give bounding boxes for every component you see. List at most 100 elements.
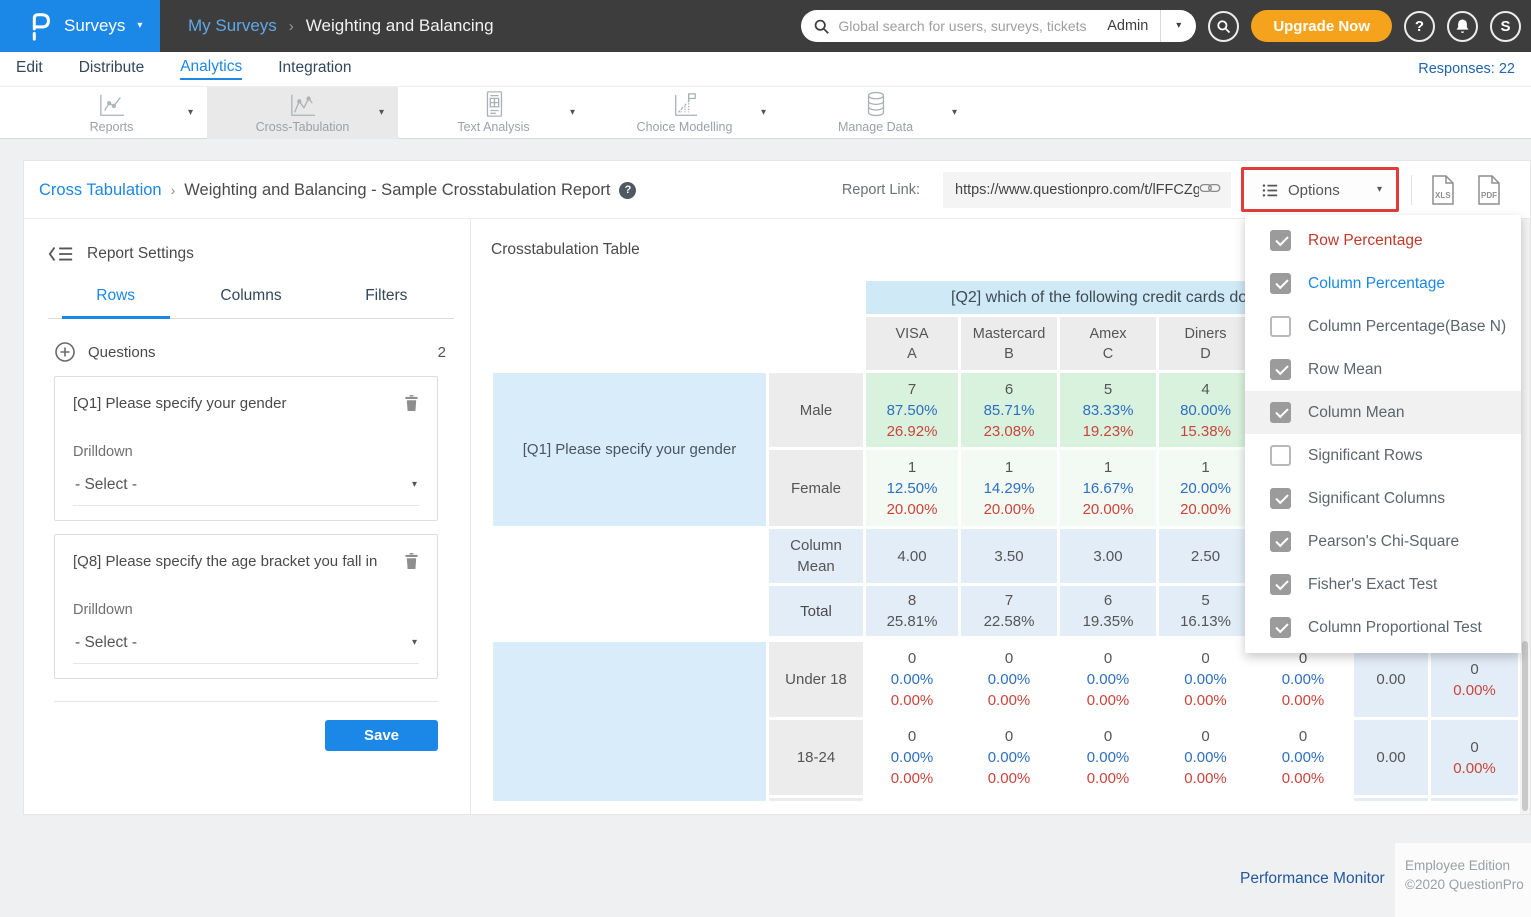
tab-columns[interactable]: Columns — [183, 287, 318, 318]
option-pearsons-chi-square[interactable]: Pearson's Chi-Square — [1245, 520, 1521, 563]
pdf-label: PDF — [1481, 191, 1497, 200]
xls-label: XLS — [1435, 191, 1451, 200]
option-column-percentage-base-n[interactable]: Column Percentage(Base N) — [1245, 305, 1521, 348]
crosstab-cell: 3.50 — [961, 529, 1057, 583]
tab-filters[interactable]: Filters — [319, 287, 454, 318]
cross-tabulation-breadcrumb-link[interactable]: Cross Tabulation — [39, 181, 162, 200]
chevron-down-icon[interactable] — [188, 108, 193, 118]
collapse-panel-icon[interactable] — [48, 245, 74, 263]
report-link-field[interactable]: https://www.questionpro.com/t/lFFCZg — [943, 172, 1231, 208]
analytics-toolbar: Reports Cross-Tabulation Text Analysis C… — [0, 87, 1531, 139]
option-column-proportional-test[interactable]: Column Proportional Test — [1245, 606, 1521, 649]
export-xls-button[interactable]: XLS — [1428, 174, 1458, 206]
questionpro-logo-icon — [26, 10, 52, 42]
options-label: Options — [1288, 182, 1340, 199]
tab-label: Text Analysis — [457, 120, 529, 134]
crosstab-cell: 619.35% — [1060, 586, 1156, 636]
notifications-button[interactable] — [1447, 11, 1478, 42]
option-column-percentage[interactable]: Column Percentage — [1245, 262, 1521, 305]
checkbox[interactable] — [1270, 402, 1291, 423]
option-significant-rows[interactable]: Significant Rows — [1245, 434, 1521, 477]
option-label: Column Mean — [1308, 404, 1405, 422]
checkbox[interactable] — [1270, 316, 1291, 337]
options-menu: Row Percentage Column Percentage Column … — [1245, 215, 1521, 653]
avatar[interactable]: S — [1490, 11, 1521, 42]
option-label: Significant Columns — [1308, 490, 1445, 508]
checkbox[interactable] — [1270, 488, 1291, 509]
tab-choice-modelling[interactable]: Choice Modelling — [589, 87, 780, 139]
crosstab-cell — [1431, 798, 1518, 801]
chevron-down-icon — [137, 21, 142, 31]
nav-item-edit[interactable]: Edit — [16, 59, 43, 79]
option-fishers-exact-test[interactable]: Fisher's Exact Test — [1245, 563, 1521, 606]
nav-item-distribute[interactable]: Distribute — [79, 59, 144, 79]
search-icon — [813, 18, 830, 35]
search-scope-dropdown[interactable] — [1160, 10, 1196, 42]
nav-item-integration[interactable]: Integration — [278, 59, 351, 79]
option-column-mean[interactable]: Column Mean — [1245, 391, 1521, 434]
delete-question-icon[interactable] — [404, 394, 419, 418]
upgrade-now-button[interactable]: Upgrade Now — [1251, 10, 1392, 42]
options-button[interactable]: Options — [1246, 172, 1396, 208]
save-button[interactable]: Save — [325, 720, 438, 751]
checkbox[interactable] — [1270, 359, 1291, 380]
drilldown-select[interactable]: - Select - — [73, 630, 419, 664]
search-input[interactable] — [838, 18, 1107, 34]
help-button[interactable] — [1404, 11, 1435, 42]
checkbox[interactable] — [1270, 273, 1291, 294]
crosstab-cell: 3.00 — [1060, 529, 1156, 583]
tab-rows[interactable]: Rows — [48, 287, 183, 318]
report-settings-panel: Report Settings Rows Columns Filters Que… — [24, 219, 471, 814]
nav-item-analytics[interactable]: Analytics — [180, 58, 242, 80]
vertical-scrollbar[interactable] — [1520, 219, 1530, 814]
question-card-q1: [Q1] Please specify your gender Drilldow… — [54, 376, 438, 521]
help-icon[interactable]: ? — [619, 182, 636, 199]
option-row-mean[interactable]: Row Mean — [1245, 348, 1521, 391]
crosstab-cell — [866, 798, 958, 801]
checkbox[interactable] — [1270, 531, 1291, 552]
checkbox[interactable] — [1270, 230, 1291, 251]
settings-tabs: Rows Columns Filters — [48, 287, 454, 319]
option-label: Column Proportional Test — [1308, 619, 1482, 637]
report-title: Weighting and Balancing - Sample Crossta… — [184, 181, 610, 200]
chevron-down-icon[interactable] — [952, 108, 957, 118]
crosstab-cell: 4.00 — [866, 529, 958, 583]
add-question-icon[interactable] — [54, 341, 76, 363]
tab-reports[interactable]: Reports — [16, 87, 207, 139]
tab-manage-data[interactable]: Manage Data — [780, 87, 971, 139]
breadcrumb-my-surveys[interactable]: My Surveys — [188, 16, 277, 36]
performance-monitor-link[interactable]: Performance Monitor — [1240, 870, 1385, 888]
crosstab-cell: 825.81% — [866, 586, 958, 636]
edition-label: Employee Edition — [1405, 856, 1531, 875]
brand-block[interactable]: Surveys — [0, 0, 160, 52]
edition-info: Employee Edition ©2020 QuestionPro — [1395, 843, 1531, 917]
option-label: Pearson's Chi-Square — [1308, 533, 1459, 551]
checkbox[interactable] — [1270, 617, 1291, 638]
tab-text-analysis[interactable]: Text Analysis — [398, 87, 589, 139]
option-significant-columns[interactable]: Significant Columns — [1245, 477, 1521, 520]
product-switcher-label: Surveys — [64, 16, 125, 36]
scrollbar-thumb[interactable] — [1522, 641, 1528, 811]
chevron-down-icon — [412, 480, 417, 490]
breadcrumb-separator: › — [289, 18, 294, 35]
tab-cross-tabulation[interactable]: Cross-Tabulation — [207, 87, 398, 139]
crosstab-cell: 112.50%20.00% — [866, 450, 958, 526]
checkbox[interactable] — [1270, 445, 1291, 466]
option-row-percentage[interactable]: Row Percentage — [1245, 219, 1521, 262]
tab-label: Choice Modelling — [637, 120, 733, 134]
drilldown-select[interactable]: - Select - — [73, 472, 419, 506]
chevron-down-icon[interactable] — [570, 108, 575, 118]
delete-question-icon[interactable] — [404, 552, 419, 576]
crosstab-cell: 685.71%23.08% — [961, 373, 1057, 447]
document-grid-icon — [481, 92, 507, 118]
checkbox[interactable] — [1270, 574, 1291, 595]
chevron-down-icon[interactable] — [761, 108, 766, 118]
search-scope-label: Admin — [1107, 18, 1160, 34]
crosstab-cell: 120.00%20.00% — [1159, 450, 1252, 526]
search-submit-button[interactable] — [1208, 11, 1239, 42]
chevron-down-icon[interactable] — [379, 108, 384, 118]
export-pdf-button[interactable]: PDF — [1474, 174, 1504, 206]
column-header-visa: VISAA — [866, 317, 958, 370]
responses-count[interactable]: Responses: 22 — [1418, 61, 1515, 77]
link-icon[interactable] — [1199, 181, 1221, 200]
